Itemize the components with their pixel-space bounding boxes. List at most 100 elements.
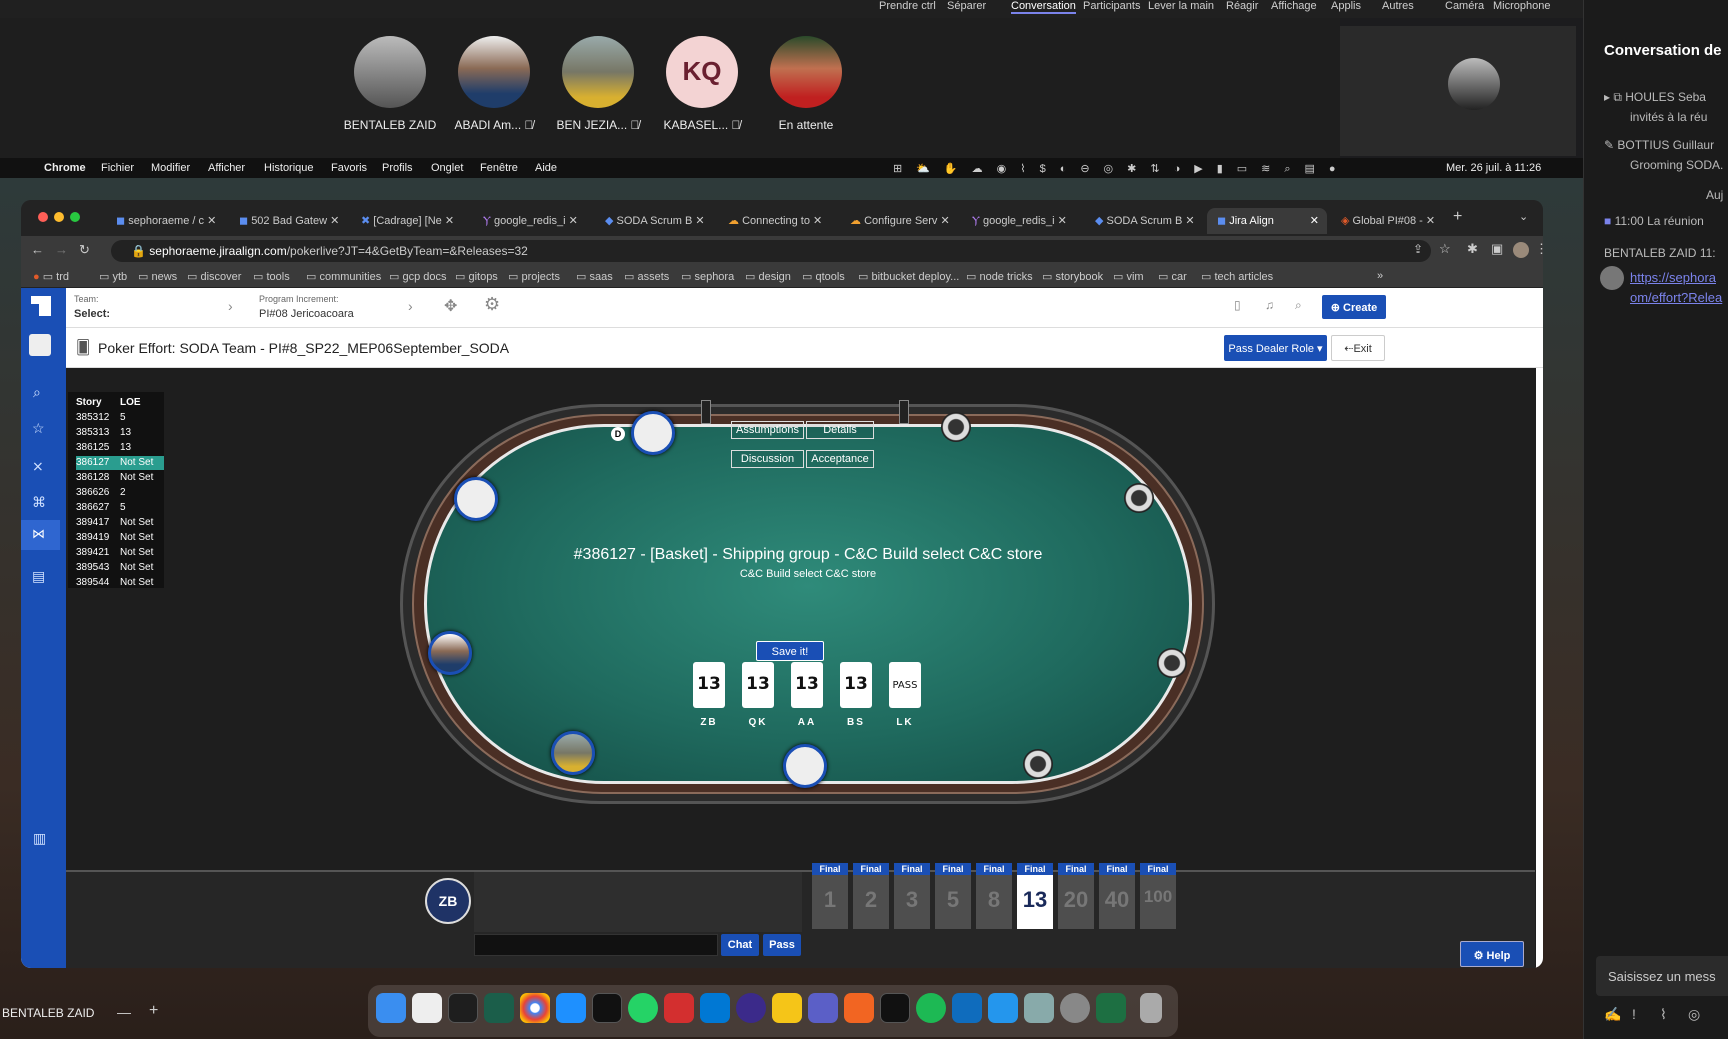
create-button[interactable]: ⊕ Create — [1322, 295, 1386, 319]
search-icon[interactable]: ⌕ — [1295, 298, 1302, 313]
url-field[interactable]: 🔒 sephoraeme.jiraalign.com/pokerlive?JT=… — [111, 240, 1431, 262]
clipboard-icon[interactable]: ▯ — [1234, 298, 1241, 312]
menu-raise-hand[interactable]: Lever la main — [1148, 0, 1214, 12]
bookmark-star-icon[interactable]: ☆ — [1439, 241, 1451, 257]
bookmark-folder[interactable]: ▭ qtools — [802, 270, 845, 283]
browser-tab[interactable]: ◼ sephoraeme / c ✕ — [106, 208, 224, 234]
story-row[interactable]: 386127 Not Set — [76, 456, 164, 470]
menu-react[interactable]: Réagir — [1226, 0, 1258, 12]
browser-tab-active[interactable]: ◼ Jira Align ✕ — [1207, 208, 1327, 234]
story-row[interactable]: 385312 5 — [76, 411, 164, 425]
strategy-icon[interactable]: ⨯ — [32, 458, 44, 475]
settings-icon[interactable] — [1060, 993, 1090, 1023]
acceptance-button[interactable]: Acceptance — [806, 450, 874, 468]
bookmark-folder[interactable]: ▭ tools — [253, 270, 290, 283]
story-row[interactable]: 389417 Not Set — [76, 516, 164, 530]
menu-participants[interactable]: Participants — [1083, 0, 1140, 12]
menu-conversation[interactable]: Conversation — [1011, 0, 1076, 14]
estimate-card[interactable]: Final 8 — [976, 863, 1012, 929]
star-icon[interactable]: ☆ — [32, 420, 45, 437]
bookmark-folder[interactable]: ▭ ytb — [99, 270, 127, 283]
trash-icon[interactable] — [1140, 993, 1162, 1023]
discussion-button[interactable]: Discussion — [731, 450, 804, 468]
app-icon[interactable] — [736, 993, 766, 1023]
notion-icon[interactable] — [412, 993, 442, 1023]
app-icon[interactable] — [664, 993, 694, 1023]
participant-tile[interactable]: En attente — [756, 36, 856, 132]
side-panel-icon[interactable]: ▣ — [1491, 241, 1503, 257]
estimate-card[interactable]: Final 40 — [1099, 863, 1135, 929]
menu-apps[interactable]: Applis — [1331, 0, 1361, 12]
browser-tab[interactable]: ◈ Global PI#08 - ✕ — [1331, 208, 1443, 234]
menu-split[interactable]: Séparer — [947, 0, 986, 12]
menu-view[interactable]: Afficher — [208, 162, 245, 174]
exit-button[interactable]: ⇠Exit — [1331, 335, 1385, 361]
pass-button[interactable]: Pass — [763, 934, 801, 956]
browser-tab[interactable]: Ⲩ google_redis_i ✕ — [473, 208, 586, 234]
tab-search-icon[interactable]: ⌄ — [1519, 210, 1528, 223]
estimate-card[interactable]: Final 13 — [1017, 863, 1053, 929]
save-it-button[interactable]: Save it! — [756, 641, 824, 661]
close-window-icon[interactable] — [38, 212, 48, 222]
browser-tab[interactable]: ☁ Configure Serv ✕ — [840, 208, 958, 234]
bookmark-folder[interactable]: ▭ gcp docs — [389, 270, 446, 283]
estimate-card[interactable]: Final 100 — [1140, 863, 1176, 929]
pass-dealer-role-button[interactable]: Pass Dealer Role ▾ — [1224, 335, 1327, 361]
share-icon[interactable]: ⇪ — [1413, 242, 1423, 256]
story-row[interactable]: 386125 13 — [76, 441, 164, 455]
menu-take-control[interactable]: Prendre ctrl — [879, 0, 936, 12]
reload-icon[interactable]: ↻ — [79, 242, 90, 258]
app-icon[interactable] — [772, 993, 802, 1023]
chat-input[interactable] — [474, 934, 718, 956]
plus-icon[interactable]: + — [149, 1002, 158, 1020]
browser-tab[interactable]: ✖ [Cadrage] [Ne ✕ — [351, 208, 462, 234]
safari-icon[interactable] — [556, 993, 586, 1023]
menu-help[interactable]: Aide — [535, 162, 557, 174]
story-row[interactable]: 386128 Not Set — [76, 471, 164, 485]
bookmark-folder[interactable]: ▭ saas — [576, 270, 613, 283]
profile-avatar[interactable] — [1513, 242, 1529, 258]
story-row[interactable]: 389419 Not Set — [76, 531, 164, 545]
excel-icon[interactable] — [1096, 993, 1126, 1023]
menu-window[interactable]: Fenêtre — [480, 162, 518, 174]
back-icon[interactable]: ← — [31, 242, 44, 257]
browser-tab[interactable]: ◆ SODA Scrum B ✕ — [595, 208, 713, 234]
spotify-icon[interactable] — [916, 993, 946, 1023]
search-icon[interactable]: ⌕ — [33, 384, 41, 401]
story-row[interactable]: 389544 Not Set — [76, 576, 164, 590]
story-row[interactable]: 386627 5 — [76, 501, 164, 515]
bell-icon[interactable]: ♫ — [1265, 298, 1274, 312]
estimate-card[interactable]: Final 5 — [935, 863, 971, 929]
story-row[interactable]: 386626 2 — [76, 486, 164, 500]
bookmark-folder[interactable]: ▭ assets — [624, 270, 669, 283]
menu-more[interactable]: Autres — [1382, 0, 1414, 12]
story-row[interactable]: 385313 13 — [76, 426, 164, 440]
team-select[interactable]: Select: — [74, 308, 110, 320]
story-row[interactable]: 389421 Not Set — [76, 546, 164, 560]
browser-tab[interactable]: ◼ 502 Bad Gatew ✕ — [229, 208, 347, 234]
maximize-window-icon[interactable] — [70, 212, 80, 222]
teams-icon[interactable] — [808, 993, 838, 1023]
message-link[interactable]: https://sephora — [1630, 270, 1716, 285]
pi-select[interactable]: PI#08 Jericoacoara — [259, 308, 354, 320]
bookmark-folder[interactable]: ▭ storybook — [1042, 270, 1103, 283]
bookmark-folder[interactable]: ▭ node tricks — [966, 270, 1033, 283]
story-row[interactable]: 389543 Not Set — [76, 561, 164, 575]
docker-icon[interactable] — [988, 993, 1018, 1023]
bookmark-folder[interactable]: ▭ tech articles — [1201, 270, 1273, 283]
menu-edit[interactable]: Modifier — [151, 162, 190, 174]
whatsapp-icon[interactable] — [628, 993, 658, 1023]
reports-icon[interactable]: ▥ — [33, 830, 46, 847]
bookmark[interactable]: ● ▭ trd — [33, 270, 69, 283]
jira-align-logo-icon[interactable] — [31, 296, 51, 316]
menu-dots-icon[interactable]: ⋮ — [1535, 241, 1543, 257]
estimate-card[interactable]: Final 2 — [853, 863, 889, 929]
attach-icon[interactable]: ⌇ — [1660, 1006, 1667, 1023]
menu-microphone[interactable]: Microphone — [1493, 0, 1550, 12]
menu-file[interactable]: Fichier — [101, 162, 134, 174]
details-button[interactable]: Details — [806, 421, 874, 439]
new-tab-icon[interactable]: + — [1453, 208, 1462, 226]
menu-favorites[interactable]: Favoris — [331, 162, 367, 174]
help-button[interactable]: ⚙ Help — [1460, 941, 1524, 967]
status-icons[interactable]: ⊞⛅✋☁◉⌇$◐⊖◎✱⇅◑▶▮▭≋⌕▤● — [893, 162, 1350, 176]
